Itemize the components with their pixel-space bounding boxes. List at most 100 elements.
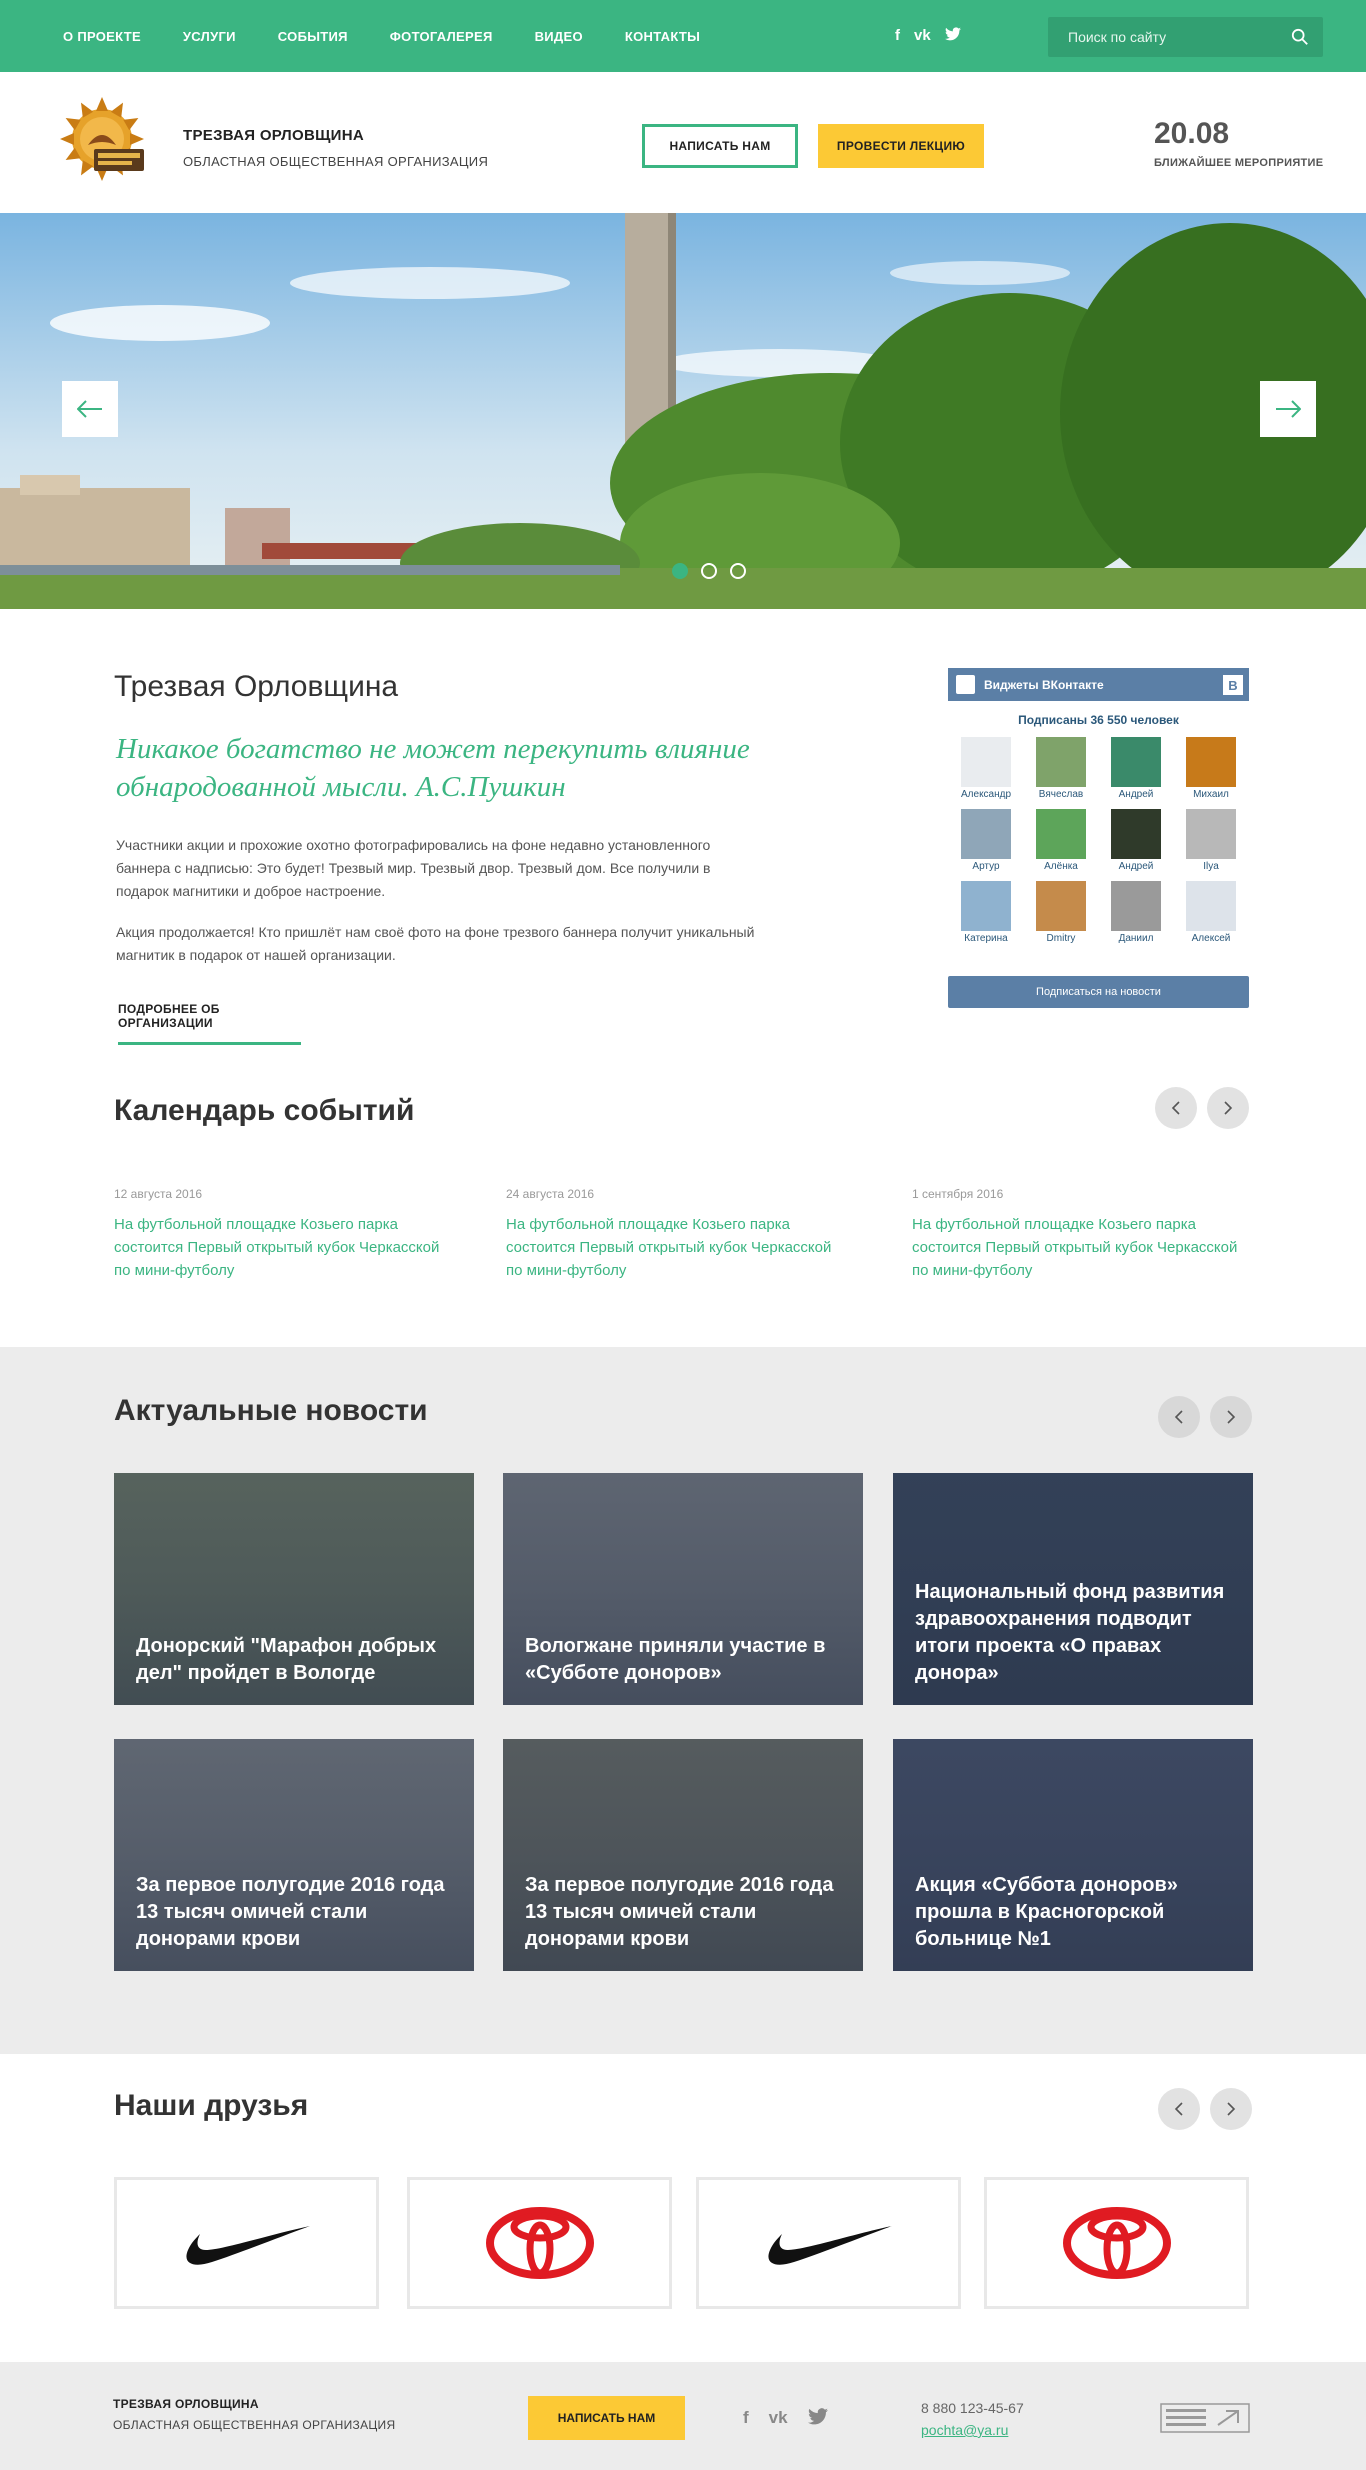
- event-link[interactable]: На футбольной площадке Козьего парка сос…: [506, 1213, 846, 1282]
- vk-user-avatar[interactable]: [1036, 881, 1086, 931]
- vk-user-name[interactable]: Алексей: [1186, 933, 1236, 944]
- friends-next-button[interactable]: [1210, 2088, 1252, 2130]
- vk-user[interactable]: Даниил: [1111, 881, 1161, 944]
- facebook-icon[interactable]: f: [895, 27, 900, 45]
- site-logo[interactable]: [58, 95, 150, 183]
- nav-services[interactable]: УСЛУГИ: [183, 29, 236, 44]
- news-headline[interactable]: Акция «Суббота доноров» прошла в Красног…: [915, 1872, 1233, 1953]
- news-headline[interactable]: Вологжане приняли участие в «Субботе дон…: [525, 1633, 843, 1687]
- lecture-button[interactable]: ПРОВЕСТИ ЛЕКЦИЮ: [818, 124, 984, 168]
- slider-next-button[interactable]: [1260, 381, 1316, 437]
- vk-user-avatar[interactable]: [1036, 809, 1086, 859]
- news-card[interactable]: Акция «Суббота доноров» прошла в Красног…: [893, 1739, 1253, 1971]
- vk-user[interactable]: Алёнка: [1036, 809, 1086, 872]
- vk-user-name[interactable]: Андрей: [1111, 789, 1161, 800]
- next-event-date[interactable]: 20.08: [1154, 117, 1229, 151]
- vk-user-name[interactable]: Алёнка: [1036, 861, 1086, 872]
- vk-user[interactable]: Алексей: [1186, 881, 1236, 944]
- facebook-icon[interactable]: f: [743, 2408, 749, 2430]
- vk-user-name[interactable]: Александр: [961, 789, 1011, 800]
- vk-user-avatar[interactable]: [1111, 809, 1161, 859]
- vk-user-name[interactable]: Dmitry: [1036, 933, 1086, 944]
- vk-user-avatar[interactable]: [1186, 809, 1236, 859]
- vk-icon[interactable]: vk: [914, 27, 931, 45]
- footer-write-us-button[interactable]: НАПИСАТЬ НАМ: [528, 2396, 685, 2440]
- footer-email-link[interactable]: pochta@ya.ru: [921, 2422, 1008, 2438]
- news-card[interactable]: Донорский "Марафон добрых дел" пройдет в…: [114, 1473, 474, 1705]
- about-more-link[interactable]: ПОДРОБНЕЕ ОБ ОРГАНИЗАЦИИ: [118, 1002, 301, 1045]
- vk-subscribe-button[interactable]: Подписаться на новости: [948, 976, 1249, 1008]
- vk-user[interactable]: Михаил: [1186, 737, 1236, 800]
- vk-subscribers-count: Подписаны 36 550 человек: [1018, 713, 1179, 727]
- footer-phone[interactable]: 8 880 123-45-67: [921, 2400, 1024, 2416]
- vk-user-name[interactable]: Даниил: [1111, 933, 1161, 944]
- nav-contacts[interactable]: КОНТАКТЫ: [625, 29, 700, 44]
- slider-dot-3[interactable]: [730, 563, 746, 579]
- vk-user[interactable]: Андрей: [1111, 737, 1161, 800]
- vk-user-name[interactable]: Ilya: [1186, 861, 1236, 872]
- calendar-event[interactable]: 1 сентября 2016 На футбольной площадке К…: [912, 1187, 1252, 1282]
- vk-user[interactable]: Ilya: [1186, 809, 1236, 872]
- vk-badge-icon[interactable]: B: [1223, 675, 1243, 695]
- write-us-button[interactable]: НАПИСАТЬ НАМ: [642, 124, 798, 168]
- calendar-prev-button[interactable]: [1155, 1087, 1197, 1129]
- nav-about[interactable]: О ПРОЕКТЕ: [63, 29, 141, 44]
- search-icon[interactable]: [1291, 28, 1309, 46]
- slider-dot-2[interactable]: [701, 563, 717, 579]
- vk-user[interactable]: Катерина: [961, 881, 1011, 944]
- vk-user-avatar[interactable]: [961, 737, 1011, 787]
- developer-logo[interactable]: [1160, 2403, 1250, 2433]
- vk-icon[interactable]: vk: [769, 2408, 788, 2430]
- vk-user-name[interactable]: Вячеслав: [1036, 789, 1086, 800]
- vk-user[interactable]: Артур: [961, 809, 1011, 872]
- calendar-event[interactable]: 12 августа 2016 На футбольной площадке К…: [114, 1187, 454, 1282]
- vk-user-avatar[interactable]: [1111, 737, 1161, 787]
- vk-user-name[interactable]: Катерина: [961, 933, 1011, 944]
- news-card[interactable]: Вологжане приняли участие в «Субботе дон…: [503, 1473, 863, 1705]
- vk-user-avatar[interactable]: [1186, 881, 1236, 931]
- vk-user-avatar[interactable]: [1036, 737, 1086, 787]
- nav-events[interactable]: СОБЫТИЯ: [278, 29, 348, 44]
- chevron-left-icon: [1171, 1101, 1180, 1115]
- vk-user-avatar[interactable]: [1186, 737, 1236, 787]
- social-links: f vk: [895, 27, 961, 45]
- vk-widget: Виджеты ВКонтакте B Подписаны 36 550 чел…: [948, 668, 1249, 1008]
- vk-user-avatar[interactable]: [961, 809, 1011, 859]
- vk-user[interactable]: Андрей: [1111, 809, 1161, 872]
- event-link[interactable]: На футбольной площадке Козьего парка сос…: [912, 1213, 1252, 1282]
- twitter-icon[interactable]: [944, 27, 961, 45]
- vk-user[interactable]: Dmitry: [1036, 881, 1086, 944]
- news-headline[interactable]: Национальный фонд развития здравоохранен…: [915, 1579, 1233, 1687]
- slider-prev-button[interactable]: [62, 381, 118, 437]
- twitter-icon[interactable]: [807, 2408, 828, 2430]
- friend-card[interactable]: [114, 2177, 379, 2309]
- slider-dot-1[interactable]: [672, 563, 688, 579]
- friend-card[interactable]: [407, 2177, 672, 2309]
- nike-logo: [185, 2226, 310, 2265]
- news-headline[interactable]: За первое полугодие 2016 года 13 тысяч о…: [136, 1872, 454, 1953]
- news-next-button[interactable]: [1210, 1396, 1252, 1438]
- news-headline[interactable]: За первое полугодие 2016 года 13 тысяч о…: [525, 1872, 843, 1953]
- friends-prev-button[interactable]: [1158, 2088, 1200, 2130]
- vk-user[interactable]: Вячеслав: [1036, 737, 1086, 800]
- news-card[interactable]: За первое полугодие 2016 года 13 тысяч о…: [503, 1739, 863, 1971]
- calendar-event[interactable]: 24 августа 2016 На футбольной площадке К…: [506, 1187, 846, 1282]
- arrow-left-icon: [77, 400, 102, 418]
- news-headline[interactable]: Донорский "Марафон добрых дел" пройдет в…: [136, 1633, 454, 1687]
- nav-video[interactable]: ВИДЕО: [535, 29, 583, 44]
- news-card[interactable]: За первое полугодие 2016 года 13 тысяч о…: [114, 1739, 474, 1971]
- friend-card[interactable]: [984, 2177, 1249, 2309]
- vk-user-avatar[interactable]: [1111, 881, 1161, 931]
- vk-user-name[interactable]: Михаил: [1186, 789, 1236, 800]
- vk-user[interactable]: Александр: [961, 737, 1011, 800]
- search-input[interactable]: [1048, 17, 1278, 57]
- vk-user-name[interactable]: Андрей: [1111, 861, 1161, 872]
- vk-user-avatar[interactable]: [961, 881, 1011, 931]
- vk-user-name[interactable]: Артур: [961, 861, 1011, 872]
- news-card[interactable]: Национальный фонд развития здравоохранен…: [893, 1473, 1253, 1705]
- news-prev-button[interactable]: [1158, 1396, 1200, 1438]
- nav-gallery[interactable]: ФОТОГАЛЕРЕЯ: [390, 29, 493, 44]
- calendar-next-button[interactable]: [1207, 1087, 1249, 1129]
- event-link[interactable]: На футбольной площадке Козьего парка сос…: [114, 1213, 454, 1282]
- friend-card[interactable]: [696, 2177, 961, 2309]
